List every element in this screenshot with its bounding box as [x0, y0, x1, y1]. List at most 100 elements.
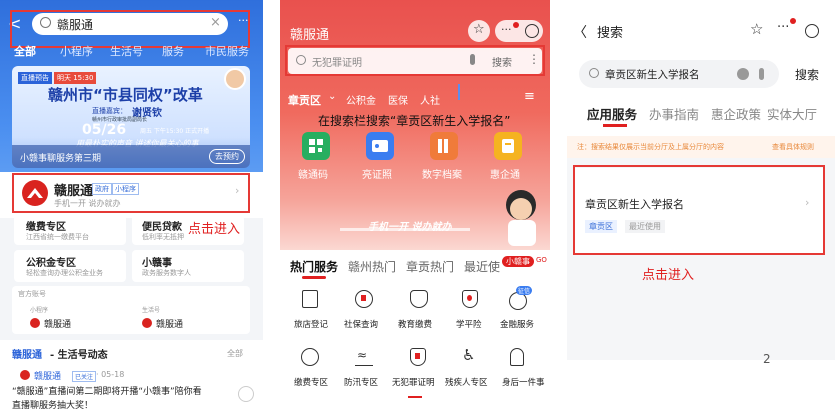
tab-zhanggong-hot[interactable]: 章贡热门: [406, 258, 454, 275]
mic-icon[interactable]: [759, 68, 764, 80]
disability-icon[interactable]: ♿: [462, 346, 475, 364]
payment-icon[interactable]: [301, 348, 319, 366]
tab-recent[interactable]: 最近使: [464, 258, 500, 275]
tab-ganzhou-hot[interactable]: 赣州热门: [348, 258, 396, 275]
mascot-go[interactable]: GO: [534, 256, 549, 264]
notification-dot: [513, 22, 519, 28]
tab-policy[interactable]: 惠企政策: [711, 104, 761, 123]
quick-label: 亮证照: [362, 170, 392, 181]
grid-label: 金融服务: [500, 320, 535, 330]
feed-title-brand: 赣服通: [12, 350, 42, 361]
insurance-icon[interactable]: [462, 290, 478, 308]
app-logo-small-icon: [30, 318, 40, 328]
grid-label: 社保查询: [344, 320, 379, 330]
annotation-click-enter: 点击进入: [642, 268, 695, 283]
live-badge: 直播预告: [18, 72, 52, 84]
notification-dot: [790, 18, 796, 24]
account-name[interactable]: 赣服通: [44, 317, 71, 330]
close-mini-icon[interactable]: [805, 24, 819, 38]
notice-rules-link[interactable]: 查看具体规则: [772, 142, 814, 152]
id-card-icon[interactable]: [366, 132, 394, 160]
grid-label: 身后一件事: [502, 378, 545, 388]
archive-icon[interactable]: [430, 132, 458, 160]
grid-label: 无犯罪证明: [392, 378, 435, 388]
tab-app-services[interactable]: 应用服务: [587, 104, 637, 123]
annotation-box-search: [285, 45, 545, 76]
notice-text: 注：搜索结果仅展示当前分厅及上属分厅的内容: [577, 143, 724, 151]
quick-label: 数字档案: [422, 170, 462, 181]
quick-label: 赣通码: [298, 170, 328, 181]
service-desc: 轻松查询办理公积金业务: [26, 269, 103, 277]
program-title: 小赣事聊服务第三期: [20, 154, 102, 164]
slogan-text: 手机一开 说办就办: [368, 222, 452, 233]
tab-indicator: [603, 124, 627, 127]
tab-guide[interactable]: 办事指南: [649, 104, 699, 123]
app-logo-small-icon: [142, 318, 152, 328]
after-death-icon[interactable]: [510, 348, 524, 366]
tab-hot-services[interactable]: 热门服务: [290, 258, 338, 275]
flood-icon[interactable]: ≈: [355, 348, 373, 366]
nav-fund[interactable]: 公积金: [346, 92, 376, 107]
region-selector[interactable]: 章贡区: [288, 92, 321, 108]
floating-action-icon[interactable]: [238, 386, 254, 402]
back-icon[interactable]: 〈: [573, 22, 587, 42]
nav-medical[interactable]: 医保: [388, 92, 408, 107]
feed-more-link[interactable]: 全部: [227, 348, 243, 359]
grid-label: 缴费专区: [294, 378, 329, 388]
enterprise-icon[interactable]: [494, 132, 522, 160]
mascot-image: [502, 190, 542, 252]
favorite-icon[interactable]: ☆: [750, 20, 763, 38]
qr-code-icon[interactable]: [302, 132, 330, 160]
tab-hall[interactable]: 实体大厅: [767, 104, 817, 123]
search-value: 章贡区新生入学报名: [605, 69, 700, 81]
service-card-payment[interactable]: 缴费专区 江西省统一缴费平台: [14, 215, 126, 245]
panel-app-home: 赣服通 ☆ ··· 无犯罪证明 搜索 ⋮ 章贡区 ⌄ 公积金 医保 人社 ≡ 在…: [280, 0, 550, 420]
tab-lifeaccount[interactable]: 生活号: [110, 43, 143, 59]
menu-icon[interactable]: ≡: [524, 89, 535, 104]
tab-service[interactable]: 服务: [162, 43, 184, 59]
more-icon[interactable]: ···: [777, 20, 789, 35]
nav-hr[interactable]: 人社: [420, 92, 440, 107]
search-input[interactable]: 章贡区新生入学报名: [579, 60, 779, 88]
tab-citizen[interactable]: 市民服务: [205, 43, 249, 59]
grid-label: 防汛专区: [344, 378, 379, 388]
guest-label: 直播嘉宾：: [92, 107, 127, 115]
credit-badge: 征信: [516, 286, 533, 295]
annotation-box-app: [12, 173, 250, 213]
service-card-xiaoganshi[interactable]: 小赣事 政务服务数字人: [132, 250, 244, 282]
clear-icon[interactable]: [737, 68, 749, 80]
grid-label: 学平险: [456, 320, 482, 330]
tab-indicator: [302, 276, 326, 279]
tab-all[interactable]: 全部: [14, 43, 36, 59]
hotel-icon[interactable]: [302, 290, 318, 308]
live-time-line: 周五 下午15:30 正式开播: [140, 128, 210, 135]
post-text-line1[interactable]: “赣服通”直播间第二期即将开播“小赣事”陪你看: [12, 384, 202, 397]
app-title: 赣服通: [290, 28, 330, 43]
live-date: 05/26: [82, 122, 127, 138]
favorite-icon[interactable]: ☆: [468, 20, 490, 42]
service-title: 缴费专区: [26, 222, 66, 233]
account-name[interactable]: 赣服通: [156, 317, 183, 330]
education-icon[interactable]: [410, 290, 428, 308]
no-crime-icon[interactable]: [410, 348, 426, 366]
annotation-click-enter: 点击进入: [188, 222, 241, 237]
search-icon: [589, 68, 599, 78]
chevron-down-icon[interactable]: ⌄: [328, 91, 336, 102]
grid-label: 旅店登记: [294, 320, 329, 330]
service-desc: 江西省统一缴费平台: [26, 233, 89, 241]
reserve-button[interactable]: 去预约: [209, 149, 245, 164]
app-logo-small-icon: [20, 370, 30, 380]
capsule-menu[interactable]: ···: [495, 20, 543, 42]
post-text-line2[interactable]: 直播聊服务抽大奖！: [12, 398, 93, 411]
mascot-badge[interactable]: 小赣事: [502, 256, 534, 267]
social-security-icon[interactable]: [355, 290, 373, 308]
close-mini-icon[interactable]: [525, 24, 539, 38]
annotation-box-result: [573, 165, 825, 255]
page-title: 搜索: [597, 26, 624, 41]
live-time: 明天 15:30: [54, 72, 97, 84]
search-button[interactable]: 搜索: [795, 66, 819, 83]
quick-label: 惠企通: [490, 170, 520, 181]
more-icon[interactable]: ···: [501, 23, 512, 36]
service-card-fund[interactable]: 公积金专区 轻松查询办理公积金业务: [14, 250, 126, 282]
tab-miniprogram[interactable]: 小程序: [60, 43, 93, 59]
